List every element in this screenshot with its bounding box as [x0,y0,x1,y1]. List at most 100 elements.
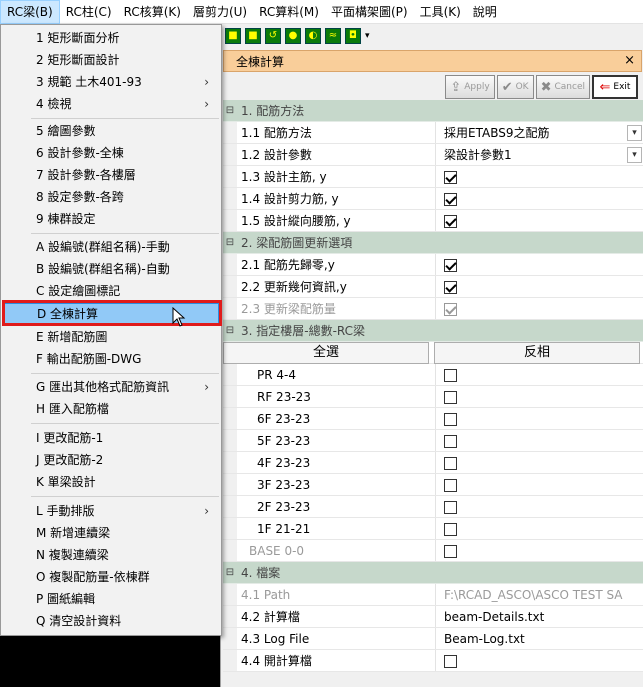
section-header[interactable]: ⊟ 3. 指定樓層-總數-RC梁 [223,320,643,342]
floor-row: 5F 23-23 [223,430,643,452]
property-row: 2.1 配筋先歸零,y [223,254,643,276]
apply-button[interactable]: ⇪ Apply [445,75,495,99]
ok-button[interactable]: ✔ OK [496,75,534,99]
collapse-icon[interactable]: ⊟ [223,237,237,248]
floor-checkbox[interactable] [444,523,457,536]
property-row: 2.2 更新幾何資訊,y [223,276,643,298]
section-header[interactable]: ⊟ 1. 配筋方法 [223,100,643,122]
toolbar-icon-6[interactable]: ≈ [325,28,341,44]
collapse-icon[interactable]: ⊟ [223,567,237,578]
menu-item[interactable]: 2 矩形斷面設計 [3,49,219,71]
floor-row: 2F 23-23 [223,496,643,518]
menubar-rc-beam[interactable]: RC梁(B) [0,0,60,24]
menu-item[interactable]: G 匯出其他格式配筋資訊 › [3,376,219,398]
menubar-rc-column[interactable]: RC柱(C) [60,0,118,24]
toolbar-icon-7[interactable]: ◘ [345,28,361,44]
floor-checkbox[interactable] [444,369,457,382]
log-file-field[interactable]: Beam-Log.txt [436,628,643,649]
menu-item[interactable]: 4 檢視 › [3,93,219,115]
toolbar-icon-2[interactable]: ■ [245,28,261,44]
collapse-icon[interactable]: ⊟ [223,105,237,116]
menu-item[interactable]: N 複製連續梁 [3,544,219,566]
menu-item[interactable]: 5 繪圖參數 [3,120,219,142]
menu-item[interactable]: 7 設計參數-各樓層 [3,164,219,186]
toolbar-icon-3[interactable]: ↺ [265,28,281,44]
dropdown-chevron-icon[interactable]: ▾ [627,125,642,141]
menu-separator [31,423,219,424]
design-side-rebar-checkbox[interactable] [444,215,457,228]
menu-item[interactable]: Q 清空設計資料 [3,610,219,632]
menu-item[interactable]: M 新增連續梁 [3,522,219,544]
menubar-help[interactable]: 說明 [467,0,503,24]
section-header[interactable]: ⊟ 2. 梁配筋圖更新選項 [223,232,643,254]
calculation-panel: ■ ■ ↺ ● ◐ ≈ ◘ ▾ 全棟計算 × ⇪ Apply ✔ OK ✖ Cance… [220,24,643,687]
menu-separator [31,373,219,374]
update-geometry-checkbox[interactable] [444,281,457,294]
design-main-rebar-checkbox[interactable] [444,171,457,184]
menu-item[interactable]: 6 設計參數-全棟 [3,142,219,164]
update-rebar-quantity-checkbox [444,303,457,316]
reset-rebar-checkbox[interactable] [444,259,457,272]
property-grid: ⊟ 1. 配筋方法 1.1 配筋方法 採用ETABS9之配筋 ▾ 1.2 設計參數 梁設… [223,100,643,672]
menu-item[interactable]: 3 規範 土木401-93 › [3,71,219,93]
open-calculation-file-checkbox[interactable] [444,655,457,668]
panel-titlebar: 全棟計算 × [223,50,642,72]
menubar-story-shear[interactable]: 層剪力(U) [187,0,253,24]
menu-item[interactable]: 8 設定參數-各跨 [3,186,219,208]
property-row: 1.4 設計剪力筋, y [223,188,643,210]
menu-item[interactable]: I 更改配筋-1 [3,427,219,449]
floor-selection-buttons: 全選 反相 [223,342,643,364]
design-parameter-select[interactable]: 梁設計參數1 ▾ [436,144,643,165]
collapse-icon[interactable]: ⊟ [223,325,237,336]
cancel-button[interactable]: ✖ Cancel [535,75,590,99]
floor-row: RF 23-23 [223,386,643,408]
design-shear-rebar-checkbox[interactable] [444,193,457,206]
menubar-rc-quantity[interactable]: RC算料(M) [253,0,325,24]
floor-checkbox[interactable] [444,457,457,470]
menu-item[interactable]: B 設編號(群組名稱)-自動 [3,258,219,280]
menu-separator [31,496,219,497]
floor-checkbox[interactable] [444,391,457,404]
menu-item[interactable]: 1 矩形斷面分析 [3,27,219,49]
menu-item[interactable]: A 設編號(群組名稱)-手動 [3,236,219,258]
menubar-rc-check[interactable]: RC核算(K) [118,0,187,24]
floor-checkbox[interactable] [444,479,457,492]
toolbar: ■ ■ ↺ ● ◐ ≈ ◘ ▾ [221,24,643,48]
rc-beam-dropdown-menu: 1 矩形斷面分析 2 矩形斷面設計 3 規範 土木401-93 › 4 檢視 › 5… [0,24,222,636]
select-all-button[interactable]: 全選 [223,342,429,364]
section-header[interactable]: ⊟ 4. 檔案 [223,562,643,584]
menu-item[interactable]: J 更改配筋-2 [3,449,219,471]
menubar-plane-frame[interactable]: 平面構架圖(P) [325,0,414,24]
menu-item[interactable]: C 設定繪圖標記 [3,280,219,302]
menu-item[interactable]: K 單梁設計 [3,471,219,493]
action-buttons: ⇪ Apply ✔ OK ✖ Cancel ⇐ Exit [221,72,643,102]
toolbar-overflow-icon[interactable]: ▾ [365,28,373,44]
menu-bar: RC梁(B) RC柱(C) RC核算(K) 層剪力(U) RC算料(M) 平面構… [0,0,643,24]
cancel-icon: ✖ [540,79,552,95]
menu-item-full-building-calc[interactable]: D 全棟計算 [3,303,219,325]
floor-checkbox[interactable] [444,413,457,426]
path-field: F:\RCAD_ASCO\ASCO TEST SA [444,588,623,602]
floor-checkbox[interactable] [444,501,457,514]
floor-checkbox[interactable] [444,545,457,558]
dropdown-chevron-icon[interactable]: ▾ [627,147,642,163]
toolbar-icon-5[interactable]: ◐ [305,28,321,44]
toolbar-icon-1[interactable]: ■ [225,28,241,44]
menu-item[interactable]: O 複製配筋量-依棟群 [3,566,219,588]
menu-item[interactable]: F 輸出配筋圖-DWG [3,348,219,370]
menubar-tools[interactable]: 工具(K) [414,0,467,24]
reinforcement-method-select[interactable]: 採用ETABS9之配筋 ▾ [436,122,643,143]
calculation-file-field[interactable]: beam-Details.txt [436,606,643,627]
menu-item[interactable]: 9 棟群設定 [3,208,219,230]
menu-item[interactable]: E 新增配筋圖 [3,326,219,348]
menu-item[interactable]: H 匯入配筋檔 [3,398,219,420]
exit-arrow-icon: ⇐ [599,79,611,95]
property-row: 1.5 設計縱向腰筋, y [223,210,643,232]
invert-selection-button[interactable]: 反相 [434,342,640,364]
exit-button[interactable]: ⇐ Exit [592,75,638,99]
close-icon[interactable]: × [624,53,635,68]
menu-item[interactable]: L 手動排版 › [3,500,219,522]
toolbar-icon-4[interactable]: ● [285,28,301,44]
floor-checkbox[interactable] [444,435,457,448]
menu-item[interactable]: P 圖紙編輯 [3,588,219,610]
